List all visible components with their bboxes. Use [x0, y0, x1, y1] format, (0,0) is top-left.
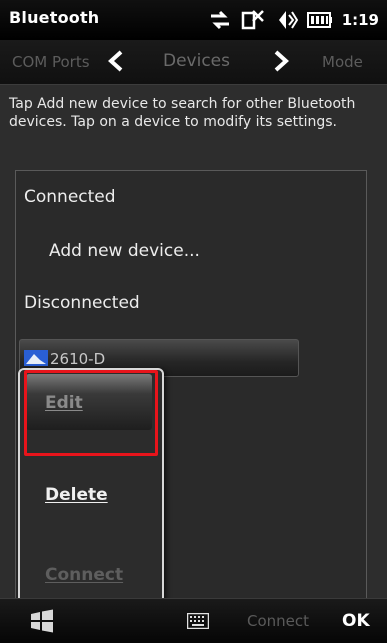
- clock: 1:19: [341, 11, 379, 29]
- keyboard-icon[interactable]: [187, 613, 209, 629]
- status-icons: 1:19: [208, 7, 379, 33]
- screen: Bluetooth 1:19 COM Ports Devices Mode Ta…: [0, 0, 387, 643]
- windows-start-icon[interactable]: [29, 609, 55, 633]
- data-transfer-icon: [210, 10, 229, 30]
- softkey-ok[interactable]: OK: [342, 611, 370, 631]
- bottom-bar: Connect OK: [0, 598, 387, 643]
- menu-item-connect-label: Connect: [45, 565, 124, 585]
- tab-mode[interactable]: Mode: [322, 53, 363, 71]
- signal-off-icon: [241, 10, 264, 30]
- disconnected-header: Disconnected: [24, 293, 140, 313]
- add-new-device-item[interactable]: Add new device...: [49, 241, 200, 261]
- instructions-text: Tap Add new device to search for other B…: [9, 96, 356, 130]
- volume-icon: [278, 11, 298, 29]
- tab-devices[interactable]: Devices: [163, 51, 230, 71]
- menu-item-edit[interactable]: Edit: [20, 374, 162, 434]
- device-icon: [24, 350, 48, 366]
- tab-com-ports[interactable]: COM Ports: [12, 53, 90, 71]
- status-bar: Bluetooth 1:19: [0, 0, 387, 40]
- connected-header: Connected: [24, 187, 116, 207]
- device-name: 2610-D: [50, 350, 106, 368]
- battery-icon: [306, 12, 332, 28]
- context-menu: Edit Delete Connect: [18, 368, 164, 610]
- chevron-right-icon[interactable]: [272, 50, 290, 72]
- menu-item-edit-label: Edit: [45, 393, 83, 413]
- menu-item-delete[interactable]: Delete: [20, 466, 162, 526]
- tab-strip: COM Ports Devices Mode: [0, 40, 387, 84]
- app-title: Bluetooth: [9, 8, 100, 27]
- softkey-connect[interactable]: Connect: [247, 612, 309, 630]
- chevron-left-icon[interactable]: [107, 50, 125, 72]
- menu-item-delete-label: Delete: [45, 485, 108, 505]
- menu-item-connect[interactable]: Connect: [20, 546, 162, 606]
